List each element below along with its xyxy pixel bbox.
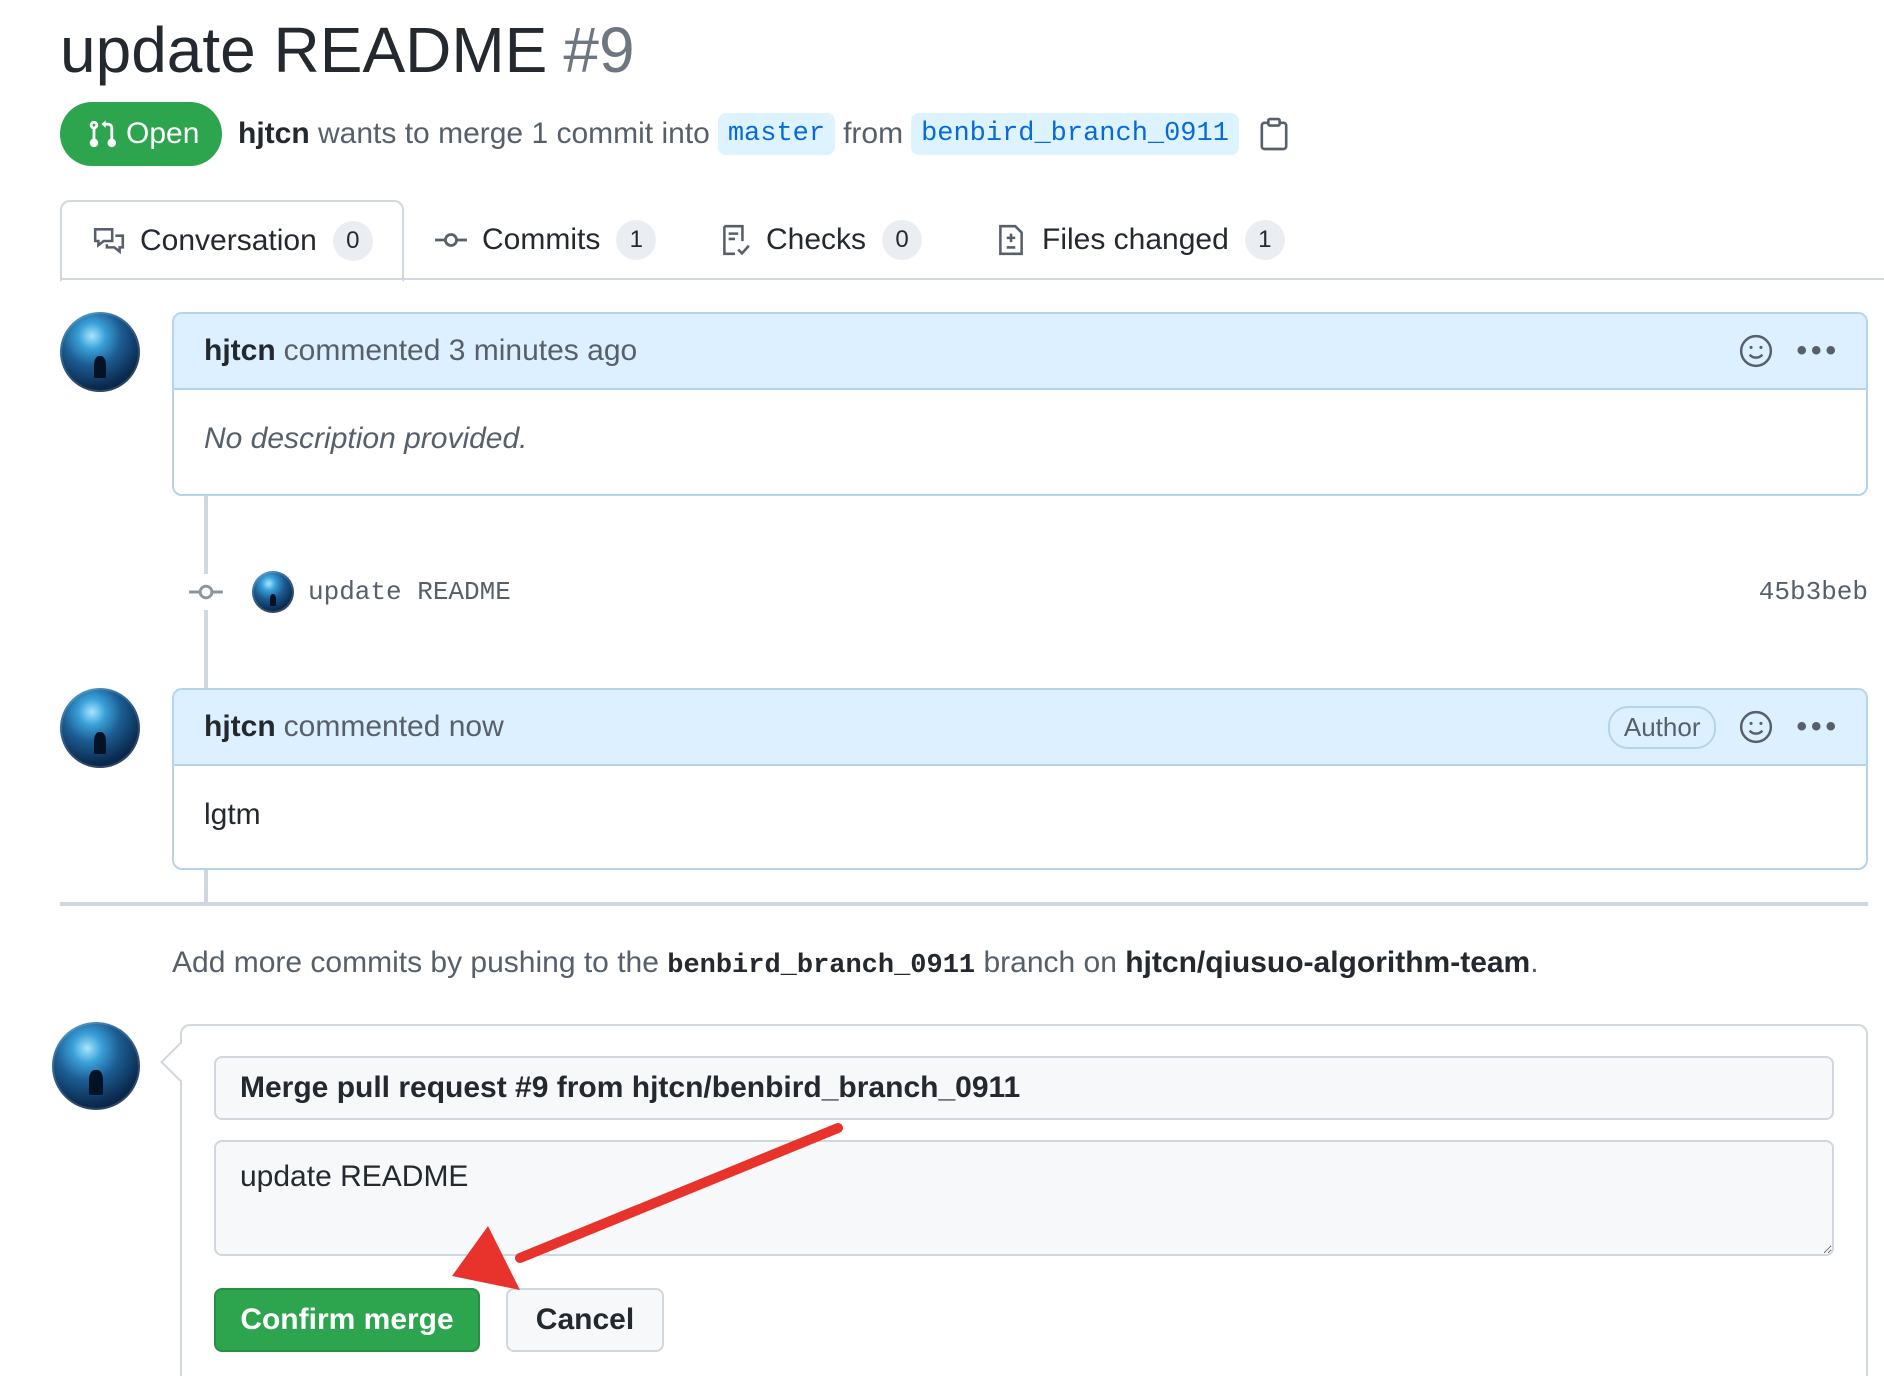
- file-diff-icon: [999, 224, 1023, 256]
- tab-checks[interactable]: Checks 0: [718, 200, 923, 280]
- tab-counter: 1: [1244, 220, 1285, 260]
- comment: hjtcn commented now Author ••• lgtm: [172, 688, 1868, 870]
- kebab-menu-icon[interactable]: •••: [1796, 334, 1840, 368]
- hint-suffix: .: [1530, 946, 1539, 979]
- pr-number: #9: [563, 14, 635, 86]
- page-title: update README #9: [60, 8, 635, 92]
- tab-label: Conversation: [140, 224, 317, 257]
- kebab-menu-icon[interactable]: •••: [1796, 710, 1840, 744]
- tab-files-changed[interactable]: Files changed 1: [994, 200, 1285, 280]
- hint-middle: branch on: [983, 946, 1117, 979]
- from-text: from: [843, 117, 904, 150]
- tab-counter: 1: [616, 220, 657, 260]
- status-badge: Open: [60, 102, 222, 166]
- comment-author[interactable]: hjtcn: [204, 334, 276, 368]
- git-commit-icon: [435, 233, 467, 247]
- base-branch[interactable]: master: [717, 113, 836, 155]
- commit-message[interactable]: update README: [308, 577, 511, 607]
- push-hint: Add more commits by pushing to the benbi…: [172, 946, 1539, 981]
- tab-label: Files changed: [1042, 223, 1229, 256]
- hint-repo-link[interactable]: hjtcn/qiusuo-algorithm-team: [1125, 946, 1530, 979]
- avatar[interactable]: [52, 1022, 140, 1110]
- git-pull-request-icon: [89, 120, 116, 148]
- timeline-divider: [60, 902, 1868, 906]
- comment-header: hjtcn commented now Author •••: [174, 690, 1866, 766]
- comment-header: hjtcn commented 3 minutes ago •••: [174, 314, 1866, 390]
- comment-discussion-icon: [93, 228, 125, 255]
- tab-label: Checks: [766, 223, 867, 256]
- comment-author[interactable]: hjtcn: [204, 710, 276, 744]
- confirm-merge-button[interactable]: Confirm merge: [214, 1288, 480, 1352]
- comment-timestamp[interactable]: commented now: [284, 710, 504, 744]
- checklist-icon: [723, 224, 750, 256]
- commit-avatar[interactable]: [252, 571, 294, 613]
- hint-prefix: Add more commits by pushing to the: [172, 946, 659, 979]
- comment-timestamp[interactable]: commented 3 minutes ago: [284, 334, 638, 368]
- tab-counter: 0: [882, 220, 923, 260]
- merge-commit-title-input[interactable]: [214, 1056, 1834, 1120]
- pr-title-text: update README: [60, 14, 548, 86]
- comment: hjtcn commented 3 minutes ago ••• No des…: [172, 312, 1868, 496]
- status-label: Open: [126, 117, 200, 150]
- comment-body: No description provided.: [204, 422, 528, 455]
- smiley-icon[interactable]: [1738, 709, 1774, 745]
- cancel-button[interactable]: Cancel: [506, 1288, 664, 1352]
- merge-commit-message-textarea[interactable]: update README: [214, 1140, 1834, 1256]
- pr-meta: hjtcn wants to merge 1 commit into maste…: [238, 108, 1289, 160]
- comment-body: lgtm: [204, 798, 261, 831]
- commit-event: update README 45b3beb: [188, 566, 1868, 618]
- head-branch[interactable]: benbird_branch_0911: [911, 113, 1239, 155]
- git-commit-icon: [188, 574, 224, 610]
- tab-commits[interactable]: Commits 1: [434, 200, 657, 280]
- commit-sha[interactable]: 45b3beb: [1759, 577, 1868, 607]
- merge-description: wants to merge 1 commit into: [318, 117, 710, 150]
- tab-label: Commits: [482, 223, 601, 256]
- tab-counter: 0: [332, 221, 373, 261]
- author-badge: Author: [1607, 705, 1717, 749]
- tab-conversation[interactable]: Conversation 0: [60, 200, 404, 282]
- pr-author-link[interactable]: hjtcn: [238, 117, 310, 151]
- avatar[interactable]: [60, 688, 140, 768]
- avatar[interactable]: [60, 312, 140, 392]
- copy-icon[interactable]: [1259, 117, 1289, 151]
- smiley-icon[interactable]: [1738, 333, 1774, 369]
- hint-branch: benbird_branch_0911: [667, 951, 976, 981]
